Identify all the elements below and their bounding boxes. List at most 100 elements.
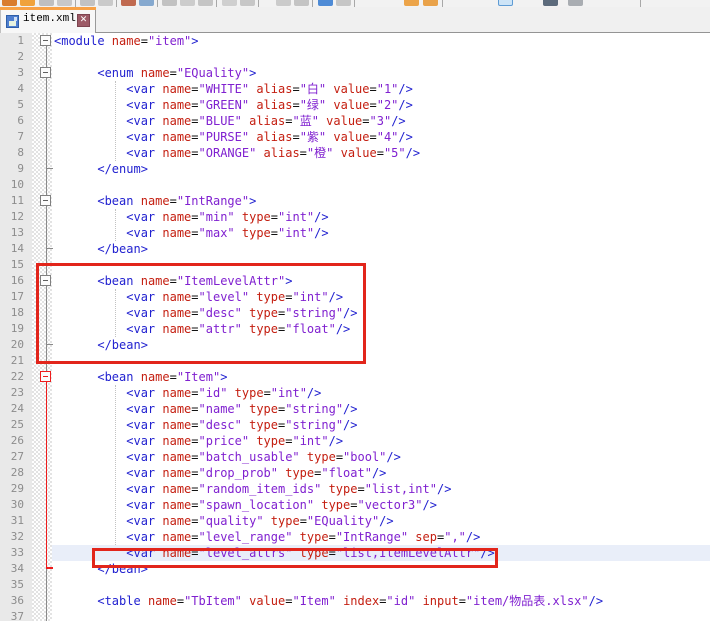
code-line[interactable]: 12 <var name="min" type="int"/> — [0, 209, 710, 225]
line-number: 13 — [0, 225, 32, 241]
fold-cell — [32, 593, 52, 609]
code-line[interactable]: 19 <var name="attr" type="float"/> — [0, 321, 710, 337]
toolbar-button-icon[interactable] — [222, 0, 237, 6]
toolbar-button-icon[interactable] — [543, 0, 558, 6]
fold-cell — [32, 481, 52, 497]
fold-minus-icon[interactable] — [40, 67, 51, 78]
code-line[interactable]: 26 <var name="price" type="int"/> — [0, 433, 710, 449]
toolbar-button-icon[interactable] — [2, 0, 17, 6]
tab-label: item.xml — [23, 13, 76, 25]
code-line[interactable]: 1<module name="item"> — [0, 33, 710, 49]
code-line[interactable]: 33 <var name="level_attrs" type="list,It… — [0, 545, 710, 561]
toolbar-button-icon[interactable] — [423, 0, 438, 6]
code-text: <var name="GREEN" alias="绿" value="2"/> — [52, 97, 710, 113]
tab-item-xml[interactable]: item.xml ✕ — [0, 7, 96, 33]
toolbar-button-icon[interactable] — [57, 0, 72, 6]
toolbar-button-icon[interactable] — [336, 0, 351, 6]
toolbar-button-icon[interactable] — [276, 0, 291, 6]
code-text: <var name="batch_usable" type="bool"/> — [52, 449, 710, 465]
code-line[interactable]: 35 — [0, 577, 710, 593]
code-line[interactable]: 4 <var name="WHITE" alias="白" value="1"/… — [0, 81, 710, 97]
code-text: </bean> — [52, 241, 710, 257]
fold-cell — [32, 177, 52, 193]
code-line[interactable]: 11 <bean name="IntRange"> — [0, 193, 710, 209]
code-line[interactable]: 2 — [0, 49, 710, 65]
line-number: 29 — [0, 481, 32, 497]
toolbar-button-icon[interactable] — [20, 0, 35, 6]
toolbar-button-icon[interactable] — [98, 0, 113, 6]
code-line[interactable]: 21 — [0, 353, 710, 369]
code-line[interactable]: 15 — [0, 257, 710, 273]
code-line[interactable]: 8 <var name="ORANGE" alias="橙" value="5"… — [0, 145, 710, 161]
toolbar-separator — [216, 0, 217, 7]
code-line[interactable]: 7 <var name="PURSE" alias="紫" value="4"/… — [0, 129, 710, 145]
code-line[interactable]: 25 <var name="desc" type="string"/> — [0, 417, 710, 433]
code-line[interactable]: 20 </bean> — [0, 337, 710, 353]
toolbar — [0, 0, 710, 7]
code-line[interactable]: 13 <var name="max" type="int"/> — [0, 225, 710, 241]
code-line[interactable]: 9 </enum> — [0, 161, 710, 177]
fold-cell — [32, 433, 52, 449]
toolbar-button-icon[interactable] — [318, 0, 333, 6]
code-line[interactable]: 30 <var name="spawn_location" type="vect… — [0, 497, 710, 513]
fold-end-mark — [46, 567, 53, 569]
code-line[interactable]: 29 <var name="random_item_ids" type="lis… — [0, 481, 710, 497]
code-line[interactable]: 37 — [0, 609, 710, 621]
toolbar-button-icon[interactable] — [240, 0, 255, 6]
toolbar-separator — [354, 0, 355, 7]
toolbar-button-icon[interactable] — [80, 0, 95, 6]
code-line[interactable]: 28 <var name="drop_prob" type="float"/> — [0, 465, 710, 481]
fold-cell — [32, 257, 52, 273]
code-rows: 1<module name="item">23 <enum name="EQua… — [0, 33, 710, 621]
code-line[interactable]: 18 <var name="desc" type="string"/> — [0, 305, 710, 321]
fold-minus-icon[interactable] — [40, 275, 51, 286]
toolbar-separator — [157, 0, 158, 7]
code-line[interactable]: 27 <var name="batch_usable" type="bool"/… — [0, 449, 710, 465]
toolbar-button-icon[interactable] — [498, 0, 513, 6]
fold-cell — [32, 161, 52, 177]
toolbar-button-icon[interactable] — [404, 0, 419, 6]
code-line[interactable]: 5 <var name="GREEN" alias="绿" value="2"/… — [0, 97, 710, 113]
toolbar-button-icon[interactable] — [139, 0, 154, 6]
toolbar-button-icon[interactable] — [121, 0, 136, 6]
fold-minus-icon[interactable] — [40, 35, 51, 46]
tab-close-icon[interactable]: ✕ — [77, 14, 90, 27]
line-number: 25 — [0, 417, 32, 433]
line-number: 27 — [0, 449, 32, 465]
toolbar-button-icon[interactable] — [162, 0, 177, 6]
code-text: <var name="level" type="int"/> — [52, 289, 710, 305]
code-line[interactable]: 23 <var name="id" type="int"/> — [0, 385, 710, 401]
toolbar-button-icon[interactable] — [294, 0, 309, 6]
fold-cell — [32, 353, 52, 369]
toolbar-button-icon[interactable] — [180, 0, 195, 6]
code-text: <var name="price" type="int"/> — [52, 433, 710, 449]
code-line[interactable]: 22 <bean name="Item"> — [0, 369, 710, 385]
code-text: <var name="id" type="int"/> — [52, 385, 710, 401]
fold-cell — [32, 33, 52, 49]
code-line[interactable]: 32 <var name="level_range" type="IntRang… — [0, 529, 710, 545]
code-line[interactable]: 14 </bean> — [0, 241, 710, 257]
code-line[interactable]: 31 <var name="quality" type="EQuality"/> — [0, 513, 710, 529]
fold-cell — [32, 337, 52, 353]
fold-minus-icon[interactable] — [40, 371, 51, 382]
code-text: <var name="BLUE" alias="蓝" value="3"/> — [52, 113, 710, 129]
code-text: <var name="ORANGE" alias="橙" value="5"/> — [52, 145, 710, 161]
code-line[interactable]: 36 <table name="TbItem" value="Item" ind… — [0, 593, 710, 609]
fold-cell — [32, 369, 52, 385]
code-line[interactable]: 10 — [0, 177, 710, 193]
line-number: 23 — [0, 385, 32, 401]
line-number: 12 — [0, 209, 32, 225]
line-number: 24 — [0, 401, 32, 417]
line-number: 37 — [0, 609, 32, 621]
code-line[interactable]: 17 <var name="level" type="int"/> — [0, 289, 710, 305]
code-line[interactable]: 34 </bean> — [0, 561, 710, 577]
code-line[interactable]: 16 <bean name="ItemLevelAttr"> — [0, 273, 710, 289]
fold-minus-icon[interactable] — [40, 195, 51, 206]
toolbar-button-icon[interactable] — [568, 0, 583, 6]
code-line[interactable]: 6 <var name="BLUE" alias="蓝" value="3"/> — [0, 113, 710, 129]
toolbar-button-icon[interactable] — [198, 0, 213, 6]
code-line[interactable]: 3 <enum name="EQuality"> — [0, 65, 710, 81]
code-line[interactable]: 24 <var name="name" type="string"/> — [0, 401, 710, 417]
code-editor[interactable]: 1<module name="item">23 <enum name="EQua… — [0, 33, 710, 621]
toolbar-button-icon[interactable] — [39, 0, 54, 6]
